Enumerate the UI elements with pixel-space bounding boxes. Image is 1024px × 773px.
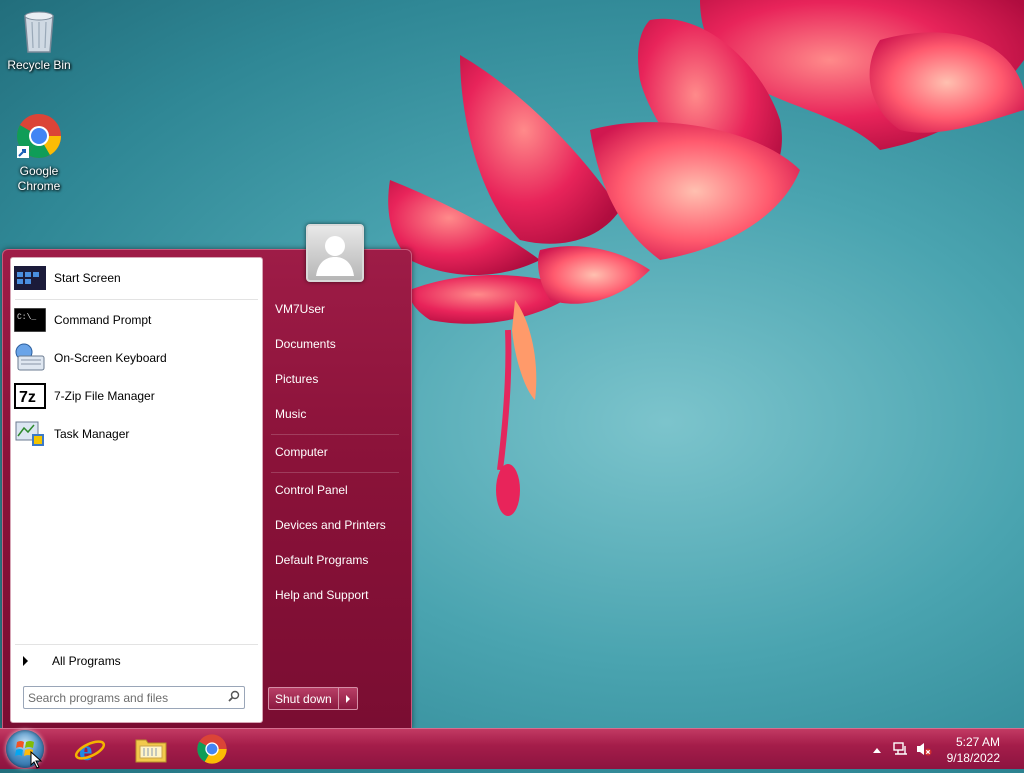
start-right-item-devices-and-printers[interactable]: Devices and Printers (265, 511, 401, 539)
desktop-icon-label: Recycle Bin (7, 58, 71, 72)
search-box (23, 686, 245, 709)
desktop-icon-google-chrome[interactable]: Google Chrome (1, 112, 77, 194)
start-screen-icon (14, 262, 46, 294)
desktop-icon-label: Google Chrome (17, 164, 61, 193)
user-avatar[interactable] (306, 224, 364, 282)
separator (15, 299, 258, 300)
program-item-start-screen[interactable]: Start Screen (14, 261, 259, 295)
shutdown-options-button[interactable] (338, 687, 358, 710)
file-explorer-icon (135, 739, 167, 763)
start-right-item-computer[interactable]: Computer (265, 438, 401, 466)
svg-text:C:\_: C:\_ (17, 313, 36, 322)
all-programs-label: All Programs (52, 654, 121, 668)
program-item-label: Start Screen (54, 271, 121, 285)
seven-zip-icon: 7z (14, 380, 46, 412)
internet-explorer-icon: e (74, 734, 106, 765)
start-menu: Start Screen C:\_ Command Prompt On-Scre… (2, 249, 412, 729)
search-icon[interactable] (228, 689, 240, 707)
mouse-cursor-icon (30, 751, 43, 769)
volume-muted-icon[interactable] (916, 741, 932, 760)
start-right-item-music[interactable]: Music (265, 400, 401, 428)
program-item-label: On-Screen Keyboard (54, 351, 167, 365)
chrome-icon (197, 734, 227, 764)
start-right-item-documents[interactable]: Documents (265, 330, 401, 358)
start-right-item-default-programs[interactable]: Default Programs (265, 546, 401, 574)
search-input[interactable] (24, 689, 222, 706)
all-programs-button[interactable]: All Programs (17, 650, 257, 672)
taskbar-google-chrome[interactable] (190, 731, 234, 767)
shutdown-button[interactable]: Shut down (268, 687, 339, 710)
start-right-item-help-and-support[interactable]: Help and Support (265, 581, 401, 609)
network-icon[interactable] (892, 741, 908, 760)
start-right-item-control-panel[interactable]: Control Panel (265, 476, 401, 504)
separator (271, 472, 399, 473)
start-right-item-user[interactable]: VM7User (265, 295, 401, 323)
recycle-bin-icon (15, 6, 63, 54)
program-item-task-manager[interactable]: Task Manager (14, 417, 259, 451)
start-menu-programs-pane: Start Screen C:\_ Command Prompt On-Scre… (10, 257, 263, 723)
program-item-command-prompt[interactable]: C:\_ Command Prompt (14, 303, 259, 337)
chrome-icon (15, 112, 63, 160)
program-item-label: Command Prompt (54, 313, 152, 327)
clock[interactable]: 5:27 AM 9/18/2022 (947, 734, 1000, 766)
separator (271, 434, 399, 435)
separator (15, 644, 258, 645)
clock-date: 9/18/2022 (946, 751, 1000, 765)
program-item-7-zip-file-manager[interactable]: 7z 7-Zip File Manager (14, 379, 259, 413)
desktop-icon-recycle-bin[interactable]: Recycle Bin (1, 6, 77, 73)
command-prompt-icon: C:\_ (14, 304, 46, 336)
program-item-label: Task Manager (54, 427, 130, 441)
program-item-on-screen-keyboard[interactable]: On-Screen Keyboard (14, 341, 259, 375)
taskbar-file-explorer[interactable] (129, 731, 173, 767)
system-tray: 5:27 AM 9/18/2022 (854, 729, 1024, 769)
show-hidden-icons-icon[interactable] (872, 743, 882, 757)
keyboard-icon (14, 342, 46, 374)
user-icon (316, 236, 354, 276)
taskbar-internet-explorer[interactable]: e (68, 731, 112, 767)
arrow-right-icon (345, 694, 350, 703)
arrow-right-icon (23, 656, 28, 666)
start-right-item-pictures[interactable]: Pictures (265, 365, 401, 393)
program-item-label: 7-Zip File Manager (54, 389, 155, 403)
shutdown-group: Shut down (268, 687, 358, 710)
task-manager-icon (14, 418, 46, 450)
taskbar: e 5:27 AM 9/18/2022 (0, 728, 1024, 769)
svg-text:7z: 7z (19, 389, 36, 406)
clock-time: 5:27 AM (955, 735, 1000, 749)
